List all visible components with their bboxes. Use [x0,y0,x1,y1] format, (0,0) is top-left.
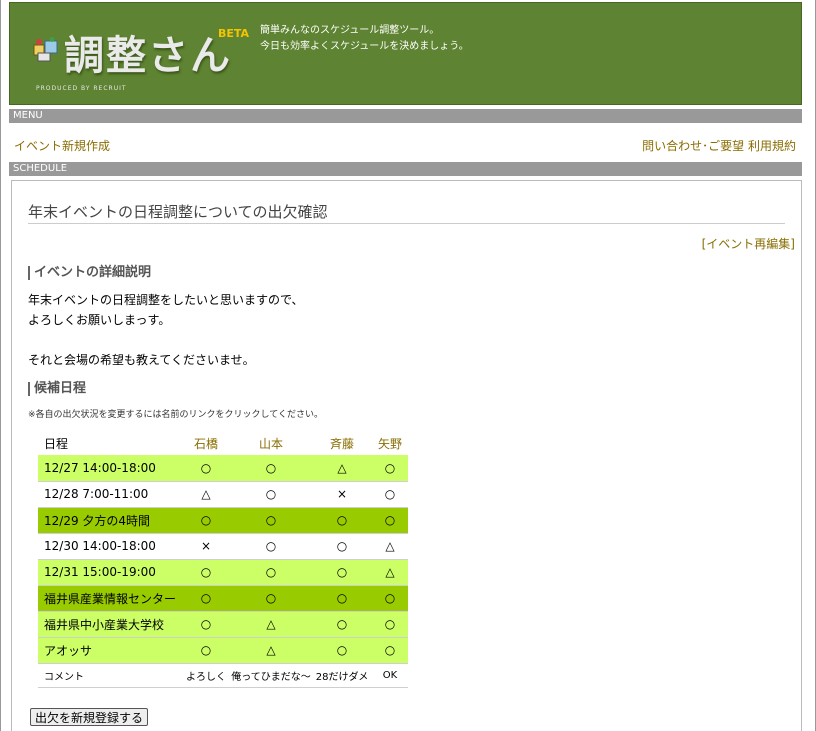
attendance-mark: ○ [312,585,372,612]
menu-section-bar: MENU [9,109,802,123]
table-header-row: 日程 石橋 山本 斉藤 矢野 [38,431,408,455]
attendance-mark: ○ [372,585,408,612]
attendance-mark: ○ [312,611,372,638]
schedule-section-bar: SCHEDULE [9,162,802,176]
tagline-line-2: 今日も効率よくスケジュールを決めましょう。 [260,41,469,52]
participant-link[interactable]: 石橋 [194,437,218,451]
date-cell: 12/31 15:00-19:00 [38,559,182,586]
logo-text: 調整さん [64,33,232,79]
event-description: 年末イベントの日程調整をしたいと思いますので、 よろしくお願いしまっす。 それと… [28,293,304,367]
date-cell: アオッサ [38,637,182,664]
date-cell: 12/28 7:00-11:00 [38,481,182,508]
attendance-mark: △ [182,481,230,508]
menu-right-links: 問い合わせ･ご要望 利用規約 [642,137,796,154]
participant-header: 石橋 [182,431,230,455]
attendance-mark: △ [230,611,312,638]
menu-row: イベント新規作成 問い合わせ･ご要望 利用規約 [9,137,796,155]
attendance-mark: △ [372,533,408,560]
comment-cell: よろしく [182,663,230,688]
attendance-mark: ○ [372,637,408,664]
attendance-mark: ○ [312,637,372,664]
candidates-heading: 候補日程 [28,382,86,396]
event-title: 年末イベントの日程調整についての出欠確認 [28,203,328,221]
calendar-people-icon [33,37,58,62]
attendance-mark: ○ [182,507,230,534]
attendance-mark: ○ [230,507,312,534]
attendance-mark: ○ [182,455,230,482]
terms-link[interactable]: 利用規約 [748,139,796,153]
attendance-mark: ○ [230,481,312,508]
contact-link[interactable]: 問い合わせ･ご要望 [642,139,744,153]
attendance-mark: ○ [230,585,312,612]
site-logo[interactable]: 調整さん BETA PRODUCED BY RECRUIT [30,23,250,95]
attendance-mark: ○ [312,533,372,560]
attendance-mark: ○ [230,455,312,482]
site-header: 調整さん BETA PRODUCED BY RECRUIT 簡単みんなのスケジュ… [9,2,802,105]
attendance-mark: △ [372,559,408,586]
page-frame: 調整さん BETA PRODUCED BY RECRUIT 簡単みんなのスケジュ… [0,0,816,731]
attendance-mark: ○ [182,611,230,638]
register-attendance-button[interactable]: 出欠を新規登録する [30,708,149,726]
attendance-mark: ○ [372,455,408,482]
attendance-mark: ○ [230,533,312,560]
table-row: 福井県産業情報センター ○ ○ ○ ○ [38,585,408,612]
participant-header: 矢野 [372,431,408,455]
participant-link[interactable]: 山本 [259,437,283,451]
site-tagline: 簡単みんなのスケジュール調整ツール。 今日も効率よくスケジュールを決めましょう。 [260,23,469,55]
produced-by-text: PRODUCED BY RECRUIT [36,85,127,92]
participant-header: 斉藤 [312,431,372,455]
attendance-mark: ○ [372,481,408,508]
tagline-line-1: 簡単みんなのスケジュール調整ツール。 [260,25,440,36]
comment-cell: OK [372,663,408,688]
date-cell: 12/29 夕方の4時間 [38,507,182,534]
instruction-note: ※各自の出欠状況を変更するには名前のリンクをクリックしてください。 [28,410,324,420]
beta-badge: BETA [218,27,250,40]
attendance-mark: × [312,481,372,508]
table-row: 12/27 14:00-18:00 ○ ○ △ ○ [38,455,408,482]
schedule-table: 日程 石橋 山本 斉藤 矢野 12/27 14:00-18:00 ○ ○ △ ○… [38,431,408,688]
comment-label: コメント [38,663,182,688]
table-row: 福井県中小産業大学校 ○ △ ○ ○ [38,611,408,638]
attendance-mark: △ [312,455,372,482]
table-row: 12/31 15:00-19:00 ○ ○ ○ △ [38,559,408,586]
attendance-mark: △ [230,637,312,664]
attendance-mark: ○ [182,637,230,664]
new-event-link[interactable]: イベント新規作成 [14,137,110,154]
attendance-mark: ○ [182,559,230,586]
date-cell: 12/27 14:00-18:00 [38,455,182,482]
title-divider [28,223,785,224]
attendance-mark: ○ [312,559,372,586]
date-column-header: 日程 [44,436,69,451]
comment-cell: 28だけダメ [312,663,372,688]
schedule-content: 年末イベントの日程調整についての出欠確認 [イベント再編集] イベントの詳細説明… [11,180,802,731]
date-cell: 福井県中小産業大学校 [38,611,182,638]
participant-header: 山本 [230,431,312,455]
table-row: 12/30 14:00-18:00 × ○ ○ △ [38,533,408,560]
comment-cell: 俺ってひまだな〜 [230,663,312,688]
description-heading: イベントの詳細説明 [28,266,151,280]
comment-row: コメント よろしく 俺ってひまだな〜 28だけダメ OK [38,663,408,688]
attendance-mark: × [182,533,230,560]
participant-link[interactable]: 矢野 [378,437,402,451]
date-cell: 12/30 14:00-18:00 [38,533,182,560]
table-row: アオッサ ○ △ ○ ○ [38,637,408,664]
date-cell: 福井県産業情報センター [38,585,182,612]
participant-link[interactable]: 斉藤 [330,437,354,451]
attendance-mark: ○ [312,507,372,534]
attendance-mark: ○ [182,585,230,612]
table-row: 12/29 夕方の4時間 ○ ○ ○ ○ [38,507,408,534]
attendance-mark: ○ [372,611,408,638]
attendance-mark: ○ [230,559,312,586]
attendance-mark: ○ [372,507,408,534]
table-row: 12/28 7:00-11:00 △ ○ × ○ [38,481,408,508]
edit-event-link[interactable]: [イベント再編集] [702,235,795,252]
